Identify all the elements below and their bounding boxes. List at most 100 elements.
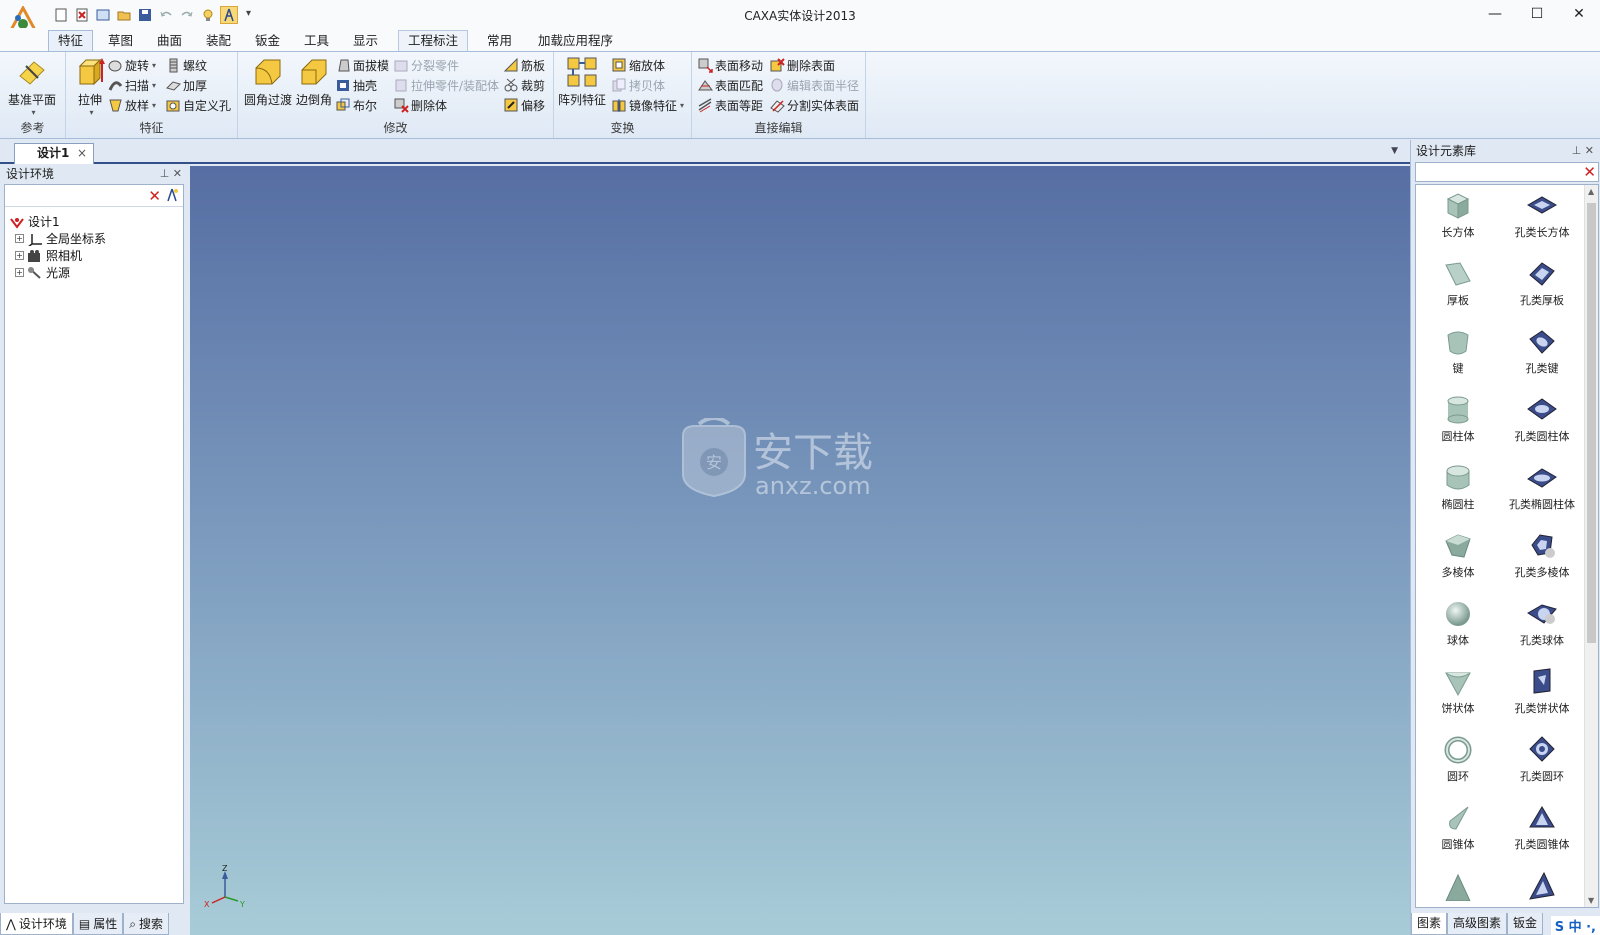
draft-button[interactable]: 面拔模 <box>336 56 389 74</box>
tab-sketch[interactable]: 草图 <box>98 30 143 52</box>
trim-button[interactable]: 裁剪 <box>504 76 545 94</box>
tab-add-ins[interactable]: 加载应用程序 <box>528 30 623 52</box>
element-hole-key[interactable]: 孔类键 <box>1500 321 1584 389</box>
element-hole-polygon-prism[interactable]: 孔类多棱体 <box>1500 525 1584 593</box>
tab-list-dropdown-icon[interactable]: ▼ <box>1391 146 1398 156</box>
chamfer-button[interactable]: 边倒角 <box>296 56 332 108</box>
element-hole-cylinder[interactable]: 孔类圆柱体 <box>1500 389 1584 457</box>
copy-body-button[interactable]: 拷贝体 <box>612 76 665 94</box>
element-cone[interactable]: 圆锥体 <box>1416 797 1500 865</box>
element-key[interactable]: 键 <box>1416 321 1500 389</box>
tab-assembly[interactable]: 装配 <box>196 30 241 52</box>
delete-face-button[interactable]: 删除表面 <box>770 56 835 74</box>
element-hole-pie[interactable]: 孔类饼状体 <box>1500 661 1584 729</box>
pin-close-icons[interactable]: ⊥ ✕ <box>160 164 182 184</box>
tree-node-root[interactable]: 设计1 <box>9 213 179 230</box>
element-hole-torus[interactable]: 孔类圆环 <box>1500 729 1584 797</box>
clear-search-icon[interactable]: ✕ <box>1583 163 1596 181</box>
split-face-button[interactable]: 分割实体表面 <box>770 96 859 114</box>
scroll-down-icon[interactable]: ▼ <box>1588 896 1594 905</box>
custom-hole-button[interactable]: 自定义孔 <box>166 96 231 114</box>
element-hole-cone[interactable]: 孔类圆锥体 <box>1500 797 1584 865</box>
3d-viewport[interactable]: 安 安下载 anxz.com Z X Y <box>190 166 1410 935</box>
delete-body-button[interactable]: 删除体 <box>394 96 447 114</box>
expand-icon[interactable]: + <box>15 268 24 277</box>
element-pie[interactable]: 饼状体 <box>1416 661 1500 729</box>
group-direct-edit: 表面移动 表面匹配 表面等距 删除表面 编辑表面半径 分割实体表面 直接编辑 <box>692 52 866 138</box>
tab-primitives[interactable]: 图素 <box>1411 913 1448 935</box>
library-search-bar[interactable]: ✕ <box>1415 162 1599 182</box>
pattern-feature-button[interactable]: 阵列特征 <box>558 56 606 108</box>
element-hole-pyramid-partial[interactable] <box>1500 865 1584 907</box>
element-sphere[interactable]: 球体 <box>1416 593 1500 661</box>
element-pyramid-partial[interactable] <box>1416 865 1500 907</box>
offset-button[interactable]: 偏移 <box>504 96 545 114</box>
element-torus[interactable]: 圆环 <box>1416 729 1500 797</box>
group-feature: 拉伸 ▾ 旋转 ▾ 扫描 ▾ 放样 ▾ 螺纹 加厚 自定义孔 特征 <box>66 52 238 138</box>
tab-tools[interactable]: 工具 <box>294 30 339 52</box>
scrollbar-thumb[interactable] <box>1587 203 1596 643</box>
element-slab[interactable]: 厚板 <box>1416 253 1500 321</box>
expand-icon[interactable]: + <box>15 251 24 260</box>
tab-properties[interactable]: ▤ 属性 <box>72 913 124 935</box>
scale-body-button[interactable]: 缩放体 <box>612 56 665 74</box>
face-offset-button[interactable]: 表面等距 <box>698 96 763 114</box>
copy-body-icon <box>612 78 626 91</box>
extrude-button[interactable]: 拉伸 ▾ <box>74 56 106 117</box>
tab-display[interactable]: 显示 <box>343 30 388 52</box>
tree-node-global-coordinates[interactable]: + 全局坐标系 <box>9 230 179 247</box>
datum-plane-button[interactable]: 基准平面 ▾ <box>8 56 56 117</box>
tree-filter-bar[interactable]: ✕ <box>5 185 183 207</box>
tab-engineering-annotation[interactable]: 工程标注 <box>398 30 469 52</box>
element-cylinder[interactable]: 圆柱体 <box>1416 389 1500 457</box>
extrude-label: 拉伸 <box>77 93 102 107</box>
tab-advanced-primitives[interactable]: 高级图素 <box>1447 913 1508 935</box>
thicken-button[interactable]: 加厚 <box>166 76 207 94</box>
extrude-part-button[interactable]: 拉伸零件/装配体 <box>394 76 499 94</box>
loft-button[interactable]: 放样 ▾ <box>108 96 156 114</box>
split-part-button[interactable]: 分裂零件 <box>394 56 459 74</box>
scroll-up-icon[interactable]: ▲ <box>1588 187 1594 196</box>
element-polygon-prism[interactable]: 多棱体 <box>1416 525 1500 593</box>
maximize-button[interactable]: ☐ <box>1516 0 1558 28</box>
element-hole-elliptic-cylinder[interactable]: 孔类椭圆柱体 <box>1500 457 1584 525</box>
fillet-button[interactable]: 圆角过渡 <box>244 56 292 108</box>
edit-face-radius-button[interactable]: 编辑表面半径 <box>770 76 859 94</box>
minimize-button[interactable]: — <box>1474 0 1516 28</box>
extrude-part-label: 拉伸零件/装配体 <box>411 78 500 93</box>
tab-sheet-metal-lib[interactable]: 钣金 <box>1507 913 1544 935</box>
ime-indicator[interactable]: S 中 ·, <box>1550 916 1600 935</box>
element-hole-sphere[interactable]: 孔类球体 <box>1500 593 1584 661</box>
revolve-button[interactable]: 旋转 ▾ <box>108 56 156 74</box>
sweep-button[interactable]: 扫描 ▾ <box>108 76 156 94</box>
expand-icon[interactable]: + <box>15 234 24 243</box>
mirror-feature-button[interactable]: 镜像特征 ▾ <box>612 96 684 114</box>
vertical-scrollbar[interactable]: ▲ ▼ <box>1584 185 1598 907</box>
element-box[interactable]: 长方体 <box>1416 185 1500 253</box>
tab-surface[interactable]: 曲面 <box>147 30 192 52</box>
doc-tab-design1[interactable]: 设计1 × <box>14 143 94 164</box>
tab-sheet-metal[interactable]: 钣金 <box>245 30 290 52</box>
tab-common[interactable]: 常用 <box>477 30 522 52</box>
panel-title: 设计元素库 <box>1416 144 1477 158</box>
close-icon[interactable]: × <box>77 144 87 162</box>
tab-feature[interactable]: 特征 <box>48 30 94 52</box>
pin-close-icons[interactable]: ⊥ ✕ <box>1572 140 1594 162</box>
tree-node-camera[interactable]: + 照相机 <box>9 247 179 264</box>
close-button[interactable]: ✕ <box>1558 0 1600 28</box>
properties-tab-icon: ▤ <box>78 916 91 931</box>
tab-search[interactable]: ⌕ 搜索 <box>123 913 169 935</box>
thread-button[interactable]: 螺纹 <box>166 56 207 74</box>
element-elliptic-cylinder[interactable]: 椭圆柱 <box>1416 457 1500 525</box>
clear-filter-icon[interactable]: ✕ <box>148 187 161 205</box>
tab-design-environment[interactable]: ⋀ 设计环境 <box>0 913 73 935</box>
shell-button[interactable]: 抽壳 <box>336 76 377 94</box>
face-move-button[interactable]: 表面移动 <box>698 56 763 74</box>
filter-options-icon[interactable] <box>165 188 179 202</box>
rib-button[interactable]: 筋板 <box>504 56 545 74</box>
boolean-button[interactable]: 布尔 <box>336 96 377 114</box>
face-match-button[interactable]: 表面匹配 <box>698 76 763 94</box>
tree-node-lights[interactable]: + 光源 <box>9 264 179 281</box>
element-hole-slab[interactable]: 孔类厚板 <box>1500 253 1584 321</box>
element-hole-box[interactable]: 孔类长方体 <box>1500 185 1584 253</box>
